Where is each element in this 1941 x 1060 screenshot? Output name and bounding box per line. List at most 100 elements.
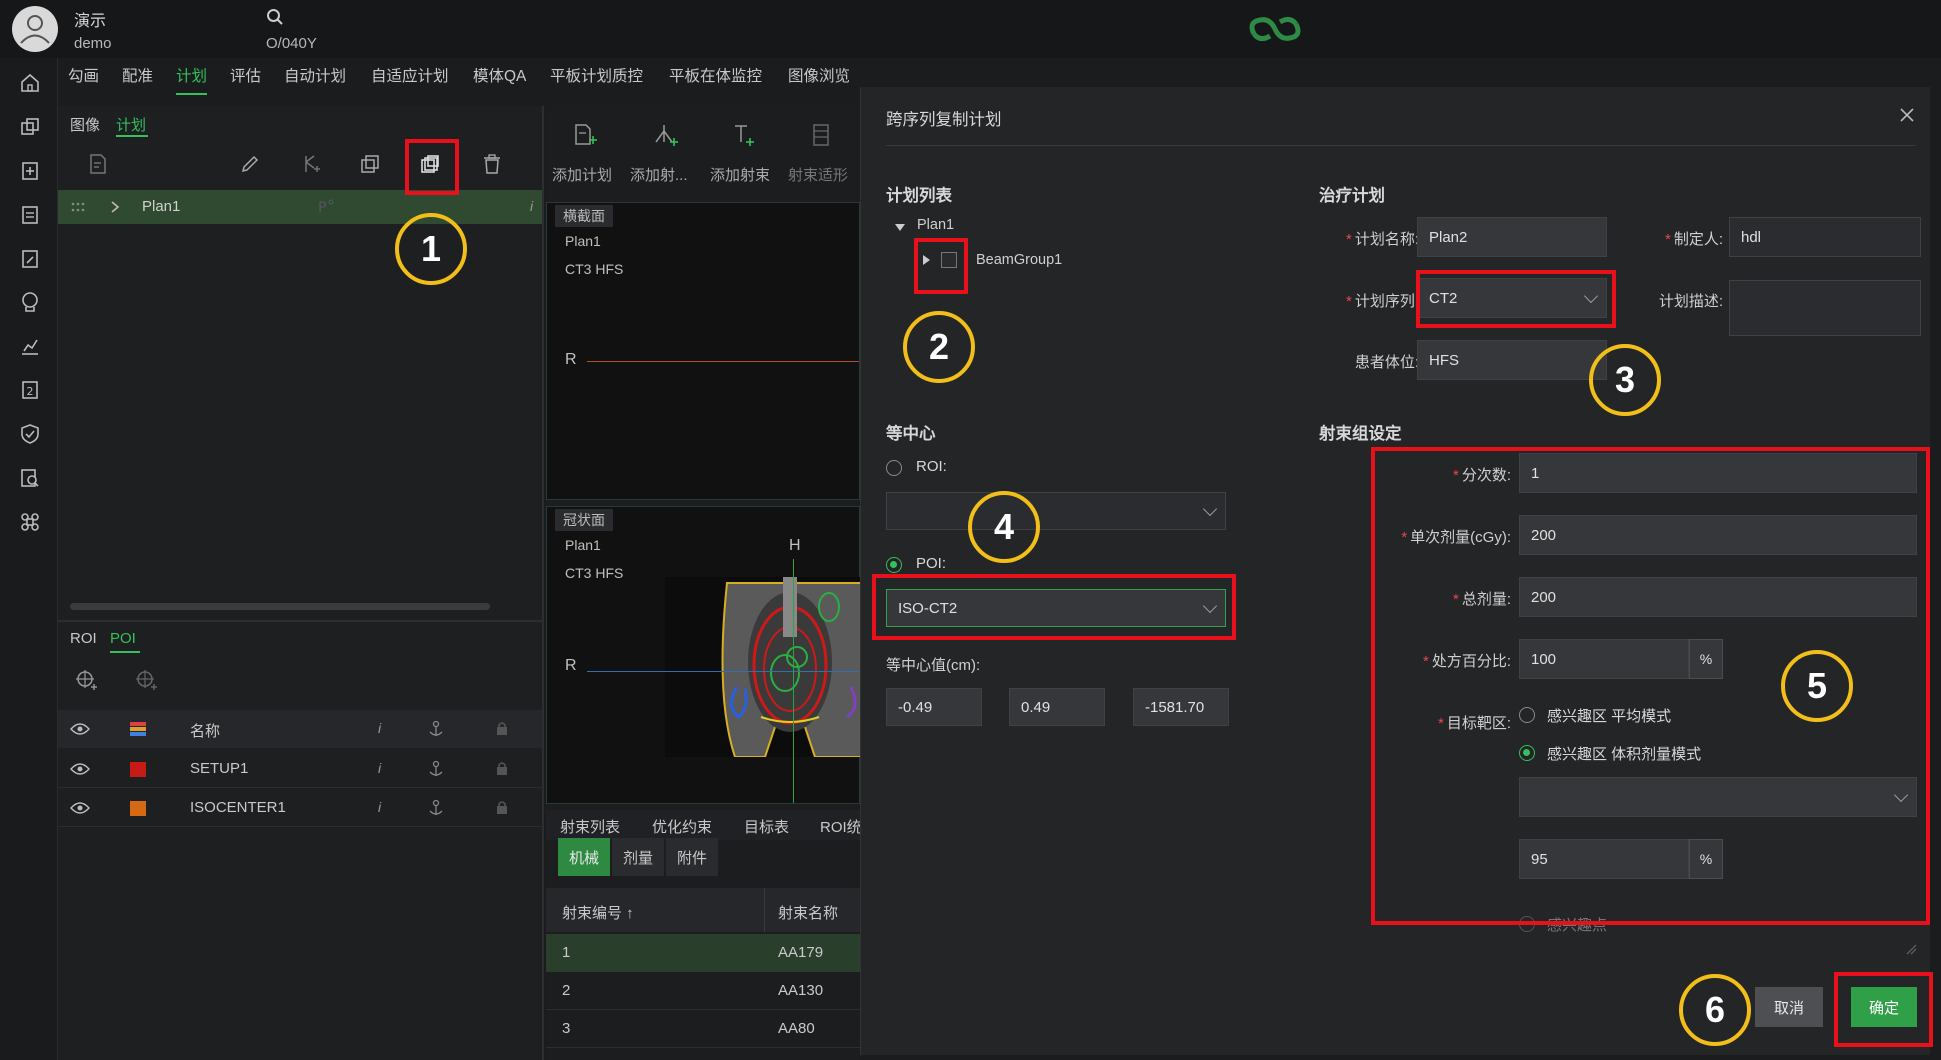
tree-plan[interactable]: Plan1 — [917, 217, 954, 233]
head-icon[interactable] — [19, 291, 41, 313]
duplicate-icon[interactable] — [358, 152, 382, 176]
table-row[interactable]: ISOCENTER1 i — [58, 789, 542, 827]
beam-id-header[interactable]: 射束编号 ↑ — [562, 902, 634, 923]
poi-table-header: 名称 i — [58, 710, 542, 748]
subtab-mechanical[interactable]: 机械 — [558, 838, 610, 876]
tab-panel-plan-qc[interactable]: 平板计划质控 — [550, 64, 643, 86]
add-poi-alt-icon[interactable] — [134, 668, 158, 692]
isocenter-y[interactable]: 0.49 — [1009, 688, 1105, 726]
chart-icon[interactable] — [19, 335, 41, 357]
beam-conform-icon[interactable] — [808, 122, 834, 148]
plan-name: Plan1 — [142, 198, 181, 215]
command-icon[interactable] — [19, 511, 41, 533]
shield-icon[interactable] — [19, 423, 41, 445]
tab-registration[interactable]: 配准 — [122, 64, 153, 86]
tab-optimization[interactable]: 优化约束 — [652, 816, 712, 837]
table-row[interactable]: 3 AA80 — [546, 1010, 860, 1048]
tree-beam-group[interactable]: BeamGroup1 — [976, 252, 1062, 268]
tab-target-table[interactable]: 目标表 — [744, 816, 789, 837]
info-icon[interactable]: i — [378, 799, 381, 815]
info-icon[interactable]: i — [530, 198, 533, 214]
add-beam-label[interactable]: 添加射束 — [710, 164, 770, 185]
subtab-dose[interactable]: 剂量 — [612, 838, 664, 876]
table-row[interactable]: 1 AA179 — [546, 934, 860, 972]
tab-contour[interactable]: 勾画 — [68, 64, 99, 86]
color-swatch[interactable] — [130, 762, 146, 777]
resize-handle-icon[interactable] — [1905, 943, 1917, 955]
beam-name: AA80 — [778, 1020, 815, 1037]
beam-group-title: 射束组设定 — [1319, 425, 1402, 443]
axial-view[interactable]: 横截面 Plan1 CT3 HFS R — [546, 202, 860, 500]
trash-icon[interactable] — [480, 152, 504, 176]
eye-icon[interactable] — [70, 762, 90, 776]
lock-icon[interactable] — [496, 800, 508, 814]
cancel-button[interactable]: 取消 — [1755, 987, 1823, 1027]
table-row[interactable]: 2 AA130 — [546, 972, 860, 1010]
description-textarea[interactable] — [1729, 280, 1921, 336]
drag-handle-icon[interactable] — [70, 200, 86, 214]
add-plan-label[interactable]: 添加计划 — [552, 164, 612, 185]
tab-image-browse[interactable]: 图像浏览 — [788, 64, 850, 86]
clipboard-add-icon[interactable] — [19, 159, 41, 181]
left-panel: 图像 计划 Plan1 P i ROI POI 名称 i SETUP1 i IS… — [58, 106, 544, 1060]
subtab-accessory[interactable]: 附件 — [666, 838, 718, 876]
clipboard-list-icon[interactable] — [19, 203, 41, 225]
avatar[interactable] — [12, 6, 58, 52]
roi-radio[interactable] — [886, 460, 902, 476]
caret-down-icon[interactable] — [895, 224, 905, 232]
subtab-plan[interactable]: 计划 — [116, 114, 146, 135]
clipboard-edit-icon[interactable] — [19, 247, 41, 269]
coronal-view[interactable]: 冠状面 Plan1 CT3 HFS H R — [546, 506, 861, 804]
isocenter-z[interactable]: -1581.70 — [1133, 688, 1229, 726]
add-beam-icon[interactable] — [730, 122, 756, 148]
highlight-poi — [872, 574, 1236, 640]
plan-row[interactable]: Plan1 P i — [58, 190, 542, 224]
tab-phantom-qa[interactable]: 模体QA — [473, 64, 526, 86]
tab-evaluate[interactable]: 评估 — [230, 64, 261, 86]
add-beam-group-icon[interactable] — [652, 122, 678, 148]
anchor-icon[interactable] — [428, 760, 444, 778]
search-document-icon[interactable] — [19, 467, 41, 489]
copy-icon[interactable] — [19, 116, 41, 138]
anchor-icon[interactable] — [428, 799, 444, 817]
subtab-poi[interactable]: POI — [110, 630, 136, 647]
isocenter-x[interactable]: -0.49 — [886, 688, 982, 726]
creator-field[interactable]: hdl — [1729, 217, 1921, 257]
tab-panel-invivo[interactable]: 平板在体监控 — [669, 64, 762, 86]
home-icon[interactable] — [19, 72, 41, 94]
poi-radio[interactable] — [886, 557, 902, 573]
add-poi-icon[interactable] — [74, 668, 98, 692]
subtab-roi[interactable]: ROI — [70, 630, 97, 647]
crosshair-line — [587, 361, 859, 362]
beam-add-icon[interactable] — [298, 152, 322, 176]
lock-icon[interactable] — [496, 761, 508, 775]
beam-name-header[interactable]: 射束名称 — [778, 902, 838, 923]
tab-auto-plan[interactable]: 自动计划 — [284, 64, 346, 86]
tab-beam-list[interactable]: 射束列表 — [560, 816, 620, 837]
position-field[interactable]: HFS — [1417, 340, 1607, 380]
add-plan-icon[interactable] — [572, 122, 598, 148]
color-palette-icon — [130, 722, 146, 736]
subtab-image[interactable]: 图像 — [70, 114, 100, 135]
color-swatch[interactable] — [130, 801, 146, 816]
beam-id: 1 — [562, 944, 571, 961]
user-name: 演示 — [74, 13, 107, 30]
new-plan-icon[interactable] — [86, 152, 110, 176]
beam-conform-label[interactable]: 射束适形 — [788, 164, 848, 185]
eye-icon[interactable] — [70, 801, 90, 815]
add-beam-group-label[interactable]: 添加射... — [630, 164, 688, 185]
number-two-icon[interactable]: 2 — [19, 379, 41, 401]
tab-adaptive-plan[interactable]: 自适应计划 — [371, 64, 449, 86]
eye-icon[interactable] — [70, 722, 90, 736]
roi-select[interactable] — [886, 492, 1226, 530]
chevron-right-icon[interactable] — [110, 200, 120, 214]
table-row[interactable]: SETUP1 i — [58, 750, 542, 788]
search-icon[interactable] — [266, 8, 284, 26]
info-icon[interactable]: i — [378, 760, 381, 776]
horizontal-scrollbar[interactable] — [70, 603, 490, 610]
edit-icon[interactable] — [238, 152, 262, 176]
tab-roi-stats[interactable]: ROI统 — [820, 816, 862, 837]
plan-name-field[interactable]: Plan2 — [1417, 217, 1607, 257]
close-icon[interactable] — [1899, 107, 1915, 123]
tab-plan[interactable]: 计划 — [176, 64, 208, 95]
